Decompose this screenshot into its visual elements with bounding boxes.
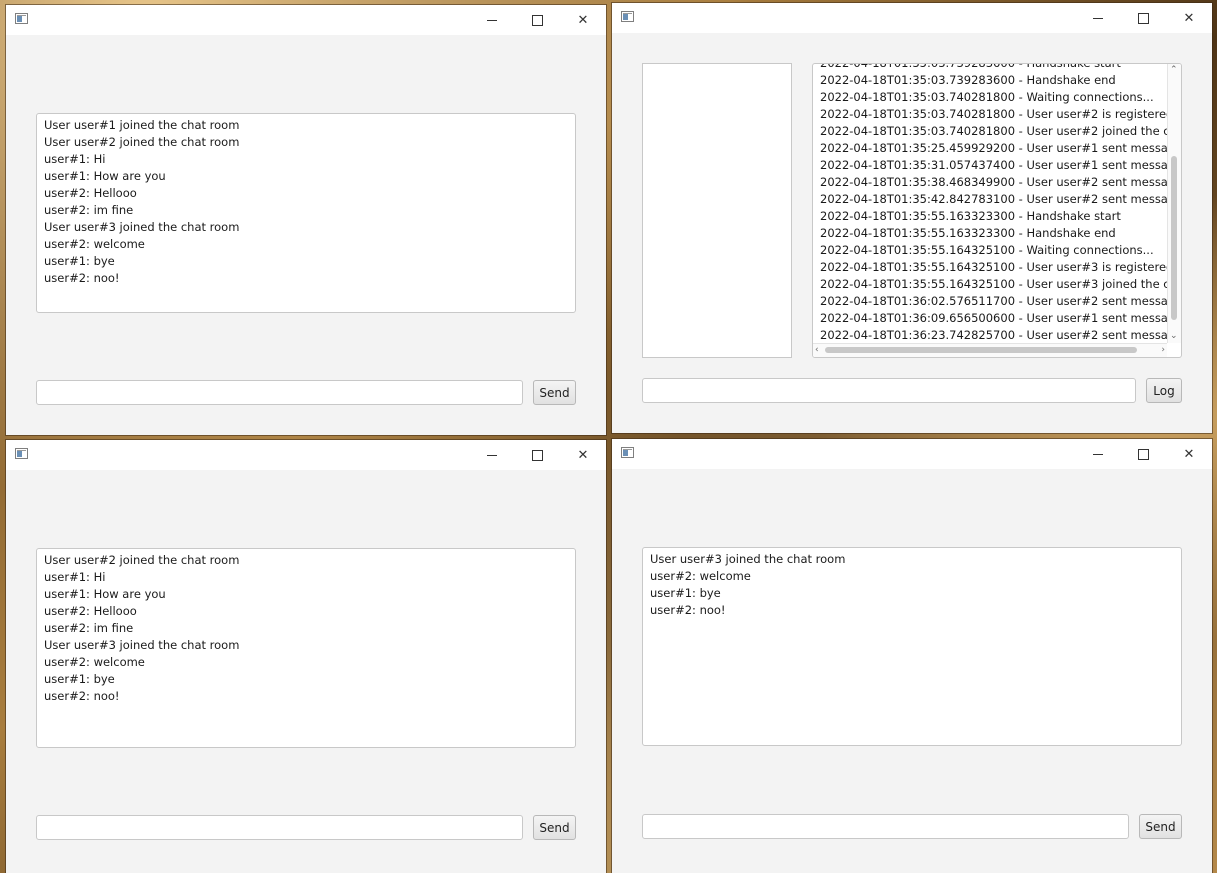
log-entry: 2022-04-18T01:35:55.163323300 - Handshak… — [820, 209, 1121, 223]
horizontal-scroll-thumb[interactable] — [825, 347, 1137, 353]
vertical-scrollbar[interactable]: ⌃ ⌄ — [1167, 64, 1181, 343]
chat-window-client-3: User user#3 joined the chat room user#2:… — [612, 439, 1212, 873]
log-entry: 2022-04-18T01:35:25.459929200 - User use… — [820, 141, 1182, 155]
scroll-right-icon[interactable]: › — [1161, 345, 1165, 355]
chat-message: user#1: bye — [44, 672, 115, 686]
chat-messages-area[interactable]: User user#2 joined the chat room user#1:… — [36, 548, 576, 748]
send-button[interactable]: Send — [533, 380, 576, 405]
maximize-icon[interactable] — [514, 5, 560, 35]
log-entry: 2022-04-18T01:35:03.740281800 - User use… — [820, 124, 1182, 138]
close-icon[interactable] — [1166, 439, 1212, 469]
send-button[interactable]: Send — [1139, 814, 1182, 839]
log-entry: 2022-04-18T01:35:03.740281800 - User use… — [820, 107, 1174, 121]
scroll-down-icon[interactable]: ⌄ — [1170, 331, 1178, 341]
chat-message: user#1: bye — [44, 254, 115, 268]
chat-message: User user#3 joined the chat room — [44, 638, 240, 652]
chat-message: User user#2 joined the chat room — [44, 553, 240, 567]
chat-message: user#2: Hellooo — [44, 186, 137, 200]
chat-message: user#1: How are you — [44, 169, 166, 183]
minimize-icon[interactable] — [469, 5, 515, 35]
title-bar[interactable] — [612, 3, 1212, 33]
vertical-scroll-thumb[interactable] — [1171, 156, 1177, 320]
maximize-icon[interactable] — [1120, 439, 1166, 469]
chat-messages-area[interactable]: User user#3 joined the chat room user#2:… — [642, 547, 1182, 746]
app-icon — [15, 448, 28, 459]
app-icon — [621, 11, 634, 22]
log-entry: 2022-04-18T01:35:03.740281800 - Waiting … — [820, 90, 1154, 104]
maximize-icon[interactable] — [514, 440, 560, 470]
log-entry: 2022-04-18T01:35:55.164325100 - Waiting … — [820, 243, 1154, 257]
log-entry: 2022-04-18T01:36:23.742825700 - User use… — [820, 328, 1182, 342]
send-button[interactable]: Send — [533, 815, 576, 840]
log-input[interactable] — [642, 378, 1136, 403]
chat-message: User user#2 joined the chat room — [44, 135, 240, 149]
close-icon[interactable] — [1166, 3, 1212, 33]
app-icon — [15, 13, 28, 24]
chat-message: user#2: im fine — [44, 621, 134, 635]
chat-message: user#1: Hi — [44, 570, 106, 584]
chat-window-client-2: User user#2 joined the chat room user#1:… — [6, 440, 606, 873]
app-icon — [621, 447, 634, 458]
title-bar[interactable] — [6, 440, 606, 470]
log-entry: 2022-04-18T01:36:09.656500600 - User use… — [820, 311, 1182, 325]
log-entry: 2022-04-18T01:35:55.164325100 - User use… — [820, 260, 1174, 274]
log-entry: 2022-04-18T01:35:55.164325100 - User use… — [820, 277, 1182, 291]
log-entry: 2022-04-18T01:36:02.576511700 - User use… — [820, 294, 1182, 308]
horizontal-scrollbar[interactable]: ‹ › — [813, 343, 1167, 357]
chat-message: user#2: welcome — [44, 655, 145, 669]
scroll-up-icon[interactable]: ⌃ — [1170, 65, 1178, 75]
server-window: 2022-04-18T01:35:03.739283600 - Handshak… — [612, 3, 1212, 433]
close-icon[interactable] — [560, 440, 606, 470]
log-entry: 2022-04-18T01:35:03.739283600 - Handshak… — [820, 63, 1121, 70]
chat-message: user#2: im fine — [44, 203, 134, 217]
maximize-icon[interactable] — [1120, 3, 1166, 33]
chat-message: user#2: noo! — [650, 603, 726, 617]
chat-message: user#1: Hi — [44, 152, 106, 166]
chat-message: user#1: bye — [650, 586, 721, 600]
server-log-area[interactable]: 2022-04-18T01:35:03.739283600 - Handshak… — [812, 63, 1182, 358]
chat-message: user#1: How are you — [44, 587, 166, 601]
chat-message: user#2: welcome — [44, 237, 145, 251]
chat-message: user#2: noo! — [44, 271, 120, 285]
log-entry: 2022-04-18T01:35:38.468349900 - User use… — [820, 175, 1182, 189]
title-bar[interactable] — [6, 5, 606, 35]
scroll-left-icon[interactable]: ‹ — [815, 345, 819, 355]
chat-message: User user#1 joined the chat room — [44, 118, 240, 132]
chat-messages-area[interactable]: User user#1 joined the chat room User us… — [36, 113, 576, 313]
message-input[interactable] — [36, 380, 523, 405]
minimize-icon[interactable] — [1075, 3, 1121, 33]
message-input[interactable] — [642, 814, 1129, 839]
message-input[interactable] — [36, 815, 523, 840]
chat-window-client-1: User user#1 joined the chat room User us… — [6, 5, 606, 435]
users-list[interactable] — [642, 63, 792, 358]
title-bar[interactable] — [612, 439, 1212, 469]
log-button[interactable]: Log — [1146, 378, 1182, 403]
log-entry: 2022-04-18T01:35:31.057437400 - User use… — [820, 158, 1182, 172]
chat-message: user#2: noo! — [44, 689, 120, 703]
minimize-icon[interactable] — [469, 440, 515, 470]
close-icon[interactable] — [560, 5, 606, 35]
log-entry: 2022-04-18T01:35:42.842783100 - User use… — [820, 192, 1182, 206]
log-entry: 2022-04-18T01:35:03.739283600 - Handshak… — [820, 73, 1116, 87]
chat-message: User user#3 joined the chat room — [650, 552, 846, 566]
chat-message: user#2: Hellooo — [44, 604, 137, 618]
log-entry: 2022-04-18T01:35:55.163323300 - Handshak… — [820, 226, 1116, 240]
chat-message: User user#3 joined the chat room — [44, 220, 240, 234]
chat-message: user#2: welcome — [650, 569, 751, 583]
minimize-icon[interactable] — [1075, 439, 1121, 469]
